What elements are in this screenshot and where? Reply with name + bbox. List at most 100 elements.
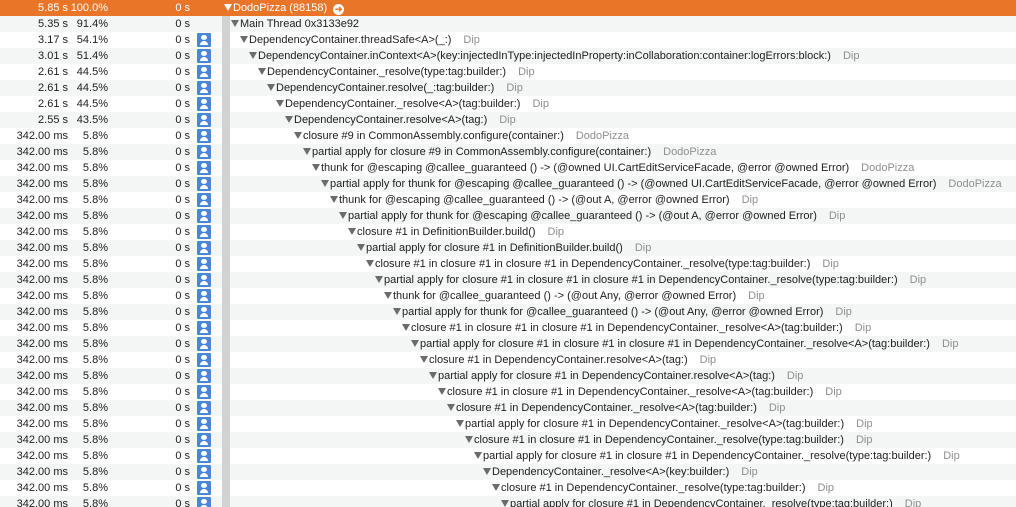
percent-cell: 44.5% [76, 98, 108, 110]
symbol-cell: DependencyContainer._resolve<A>(key:buil… [483, 464, 758, 480]
library-name: Dip [699, 354, 717, 366]
user-code-icon [197, 225, 211, 239]
symbol-name: closure #9 in CommonAssembly.configure(c… [303, 130, 564, 142]
user-code-icon [197, 385, 211, 399]
percent-cell: 5.8% [82, 146, 108, 158]
disclosure-triangle-icon[interactable] [258, 68, 266, 75]
call-tree-row[interactable]: 342.00 ms 5.8% 0 s closure #1 in Dependency… [0, 480, 1016, 496]
disclosure-triangle-icon[interactable] [339, 212, 347, 219]
disclosure-triangle-icon[interactable] [224, 4, 232, 11]
self-weight-cell: 0 s [175, 146, 190, 158]
call-tree-row[interactable]: 342.00 ms 5.8% 0 s partial apply for closur… [0, 368, 1016, 384]
disclosure-triangle-icon[interactable] [330, 196, 338, 203]
disclosure-triangle-icon[interactable] [447, 404, 455, 411]
heaviest-stack-bar [222, 224, 230, 240]
disclosure-triangle-icon[interactable] [420, 356, 428, 363]
disclosure-triangle-icon[interactable] [456, 420, 464, 427]
call-tree-row[interactable]: 342.00 ms 5.8% 0 s closure #1 in Dependency… [0, 352, 1016, 368]
call-tree-row[interactable]: 5.35 s 91.4% 0 s Main Thread 0x3133e92 [0, 16, 1016, 32]
library-name: Dip [741, 194, 759, 206]
call-tree-row[interactable]: 342.00 ms 5.8% 0 s closure #9 in CommonAsse… [0, 128, 1016, 144]
disclosure-triangle-icon[interactable] [375, 276, 383, 283]
disclosure-triangle-icon[interactable] [321, 180, 329, 187]
call-tree-row[interactable]: 3.17 s 54.1% 0 s DependencyContainer.thread… [0, 32, 1016, 48]
heaviest-stack-bar [222, 208, 230, 224]
self-weight-cell: 0 s [175, 402, 190, 414]
weight-cell: 2.55 s [38, 114, 68, 126]
disclosure-triangle-icon[interactable] [501, 500, 509, 507]
call-tree-row[interactable]: 342.00 ms 5.8% 0 s closure #1 in closure #1… [0, 320, 1016, 336]
call-tree-row[interactable]: 342.00 ms 5.8% 0 s partial apply for closur… [0, 448, 1016, 464]
call-tree-row[interactable]: 3.01 s 51.4% 0 s DependencyContainer.inCont… [0, 48, 1016, 64]
self-weight-cell: 0 s [175, 178, 190, 190]
symbol-cell: partial apply for thunk for @callee_guar… [393, 304, 852, 320]
call-tree-row[interactable]: 342.00 ms 5.8% 0 s DependencyContainer._res… [0, 464, 1016, 480]
call-tree-row[interactable]: 342.00 ms 5.8% 0 s closure #1 in closure #1… [0, 432, 1016, 448]
user-code-icon [197, 65, 211, 79]
weight-cell: 5.35 s [38, 18, 68, 30]
call-tree-row[interactable]: 342.00 ms 5.8% 0 s thunk for @escaping @cal… [0, 192, 1016, 208]
weight-cell: 342.00 ms [16, 450, 68, 462]
disclosure-triangle-icon[interactable] [294, 132, 302, 139]
disclosure-triangle-icon[interactable] [240, 36, 248, 43]
disclosure-triangle-icon[interactable] [393, 308, 401, 315]
disclosure-triangle-icon[interactable] [276, 100, 284, 107]
percent-cell: 44.5% [76, 66, 108, 78]
disclosure-triangle-icon[interactable] [429, 372, 437, 379]
weight-cell: 342.00 ms [16, 162, 68, 174]
call-tree-row[interactable]: 342.00 ms 5.8% 0 s partial apply for closur… [0, 240, 1016, 256]
call-tree-row[interactable]: 342.00 ms 5.8% 0 s closure #1 in Definition… [0, 224, 1016, 240]
call-tree-row[interactable]: 342.00 ms 5.8% 0 s partial apply for closur… [0, 416, 1016, 432]
disclosure-triangle-icon[interactable] [312, 164, 320, 171]
call-tree-row[interactable]: 342.00 ms 5.8% 0 s thunk for @escaping @cal… [0, 160, 1016, 176]
percent-cell: 5.8% [82, 306, 108, 318]
weight-cell: 342.00 ms [16, 274, 68, 286]
disclosure-triangle-icon[interactable] [285, 116, 293, 123]
call-tree-root-row[interactable]: 5.85 s 100.0% 0 s DodoPizza (88158) ➜ [0, 0, 1016, 16]
call-tree-row[interactable]: 342.00 ms 5.8% 0 s closure #1 in closure #1… [0, 256, 1016, 272]
call-tree-row[interactable]: 342.00 ms 5.8% 0 s partial apply for thunk … [0, 208, 1016, 224]
symbol-name: partial apply for closure #1 in Dependen… [438, 370, 775, 382]
disclosure-triangle-icon[interactable] [303, 148, 311, 155]
call-tree-row[interactable]: 342.00 ms 5.8% 0 s partial apply for closur… [0, 496, 1016, 507]
disclosure-triangle-icon[interactable] [267, 84, 275, 91]
disclosure-triangle-icon[interactable] [438, 388, 446, 395]
weight-cell: 342.00 ms [16, 146, 68, 158]
disclosure-triangle-icon[interactable] [474, 452, 482, 459]
weight-cell: 342.00 ms [16, 402, 68, 414]
disclosure-triangle-icon[interactable] [366, 260, 374, 267]
user-code-icon [197, 401, 211, 415]
call-tree-row[interactable]: 342.00 ms 5.8% 0 s partial apply for thunk … [0, 176, 1016, 192]
call-tree-row[interactable]: 342.00 ms 5.8% 0 s closure #1 in closure #1… [0, 384, 1016, 400]
disclosure-triangle-icon[interactable] [465, 436, 473, 443]
disclosure-triangle-icon[interactable] [411, 340, 419, 347]
call-tree-row[interactable]: 2.55 s 43.5% 0 s DependencyContainer.resolv… [0, 112, 1016, 128]
self-weight-cell: 0 s [175, 354, 190, 366]
disclosure-triangle-icon[interactable] [231, 20, 239, 27]
call-tree-row[interactable]: 2.61 s 44.5% 0 s DependencyContainer._resol… [0, 64, 1016, 80]
call-tree-row[interactable]: 342.00 ms 5.8% 0 s partial apply for closur… [0, 336, 1016, 352]
call-tree-row[interactable]: 342.00 ms 5.8% 0 s thunk for @callee_guaran… [0, 288, 1016, 304]
call-tree-row[interactable]: 342.00 ms 5.8% 0 s partial apply for closur… [0, 144, 1016, 160]
call-tree-row[interactable]: 342.00 ms 5.8% 0 s closure #1 in Dependency… [0, 400, 1016, 416]
call-tree-row[interactable]: 342.00 ms 5.8% 0 s partial apply for closur… [0, 272, 1016, 288]
call-tree-row[interactable]: 2.61 s 44.5% 0 s DependencyContainer.resolv… [0, 80, 1016, 96]
disclosure-triangle-icon[interactable] [384, 292, 392, 299]
call-tree-row[interactable]: 2.61 s 44.5% 0 s DependencyContainer._resol… [0, 96, 1016, 112]
disclosure-triangle-icon[interactable] [249, 52, 257, 59]
weight-cell: 342.00 ms [16, 194, 68, 206]
symbol-name: closure #1 in DependencyContainer._resol… [456, 402, 757, 414]
self-weight-cell: 0 s [175, 338, 190, 350]
disclosure-triangle-icon[interactable] [357, 244, 365, 251]
user-code-icon [197, 177, 211, 191]
disclosure-triangle-icon[interactable] [402, 324, 410, 331]
self-weight-cell: 0 s [175, 50, 190, 62]
weight-cell: 342.00 ms [16, 306, 68, 318]
call-tree-row[interactable]: 342.00 ms 5.8% 0 s partial apply for thunk … [0, 304, 1016, 320]
disclosure-triangle-icon[interactable] [348, 228, 356, 235]
heaviest-stack-bar [222, 352, 230, 368]
self-weight-cell: 0 s [175, 418, 190, 430]
disclosure-triangle-icon[interactable] [483, 468, 491, 475]
disclosure-triangle-icon[interactable] [492, 484, 500, 491]
go-to-arrow-icon[interactable]: ➜ [333, 4, 345, 15]
